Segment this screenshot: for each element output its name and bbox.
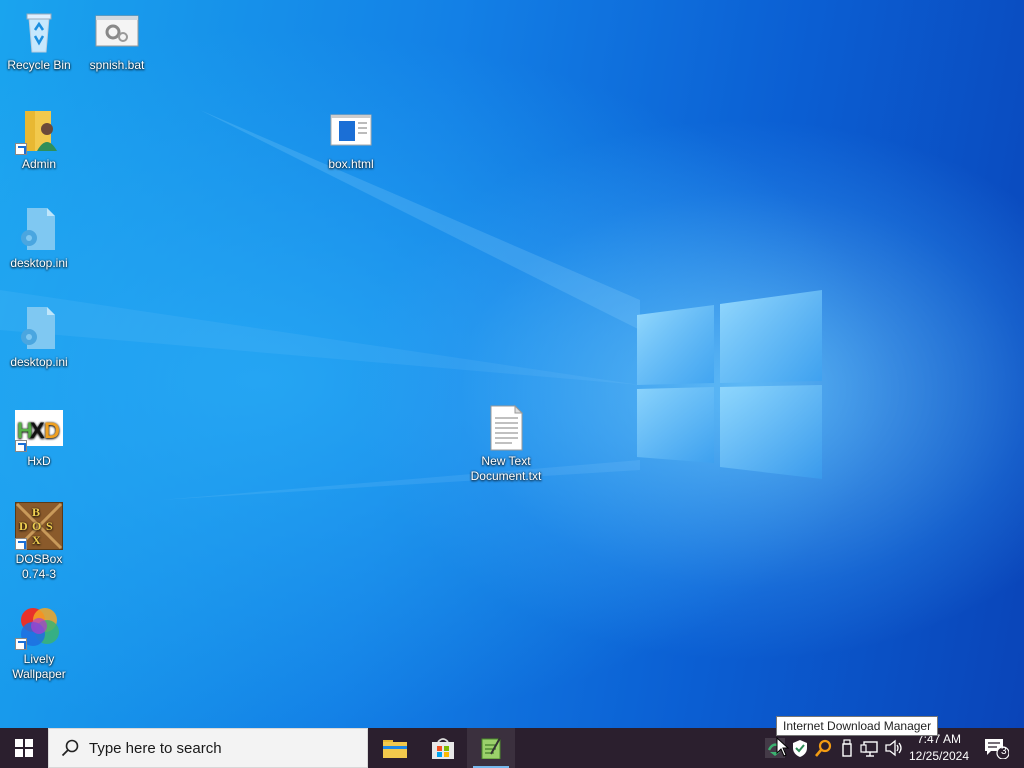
tooltip-internet-download-manager: Internet Download Manager [776, 716, 939, 736]
desktop[interactable]: Recycle Bin spnish.bat Admin box.html de… [0, 0, 1024, 728]
desktop-icon-hxd[interactable]: HXD HxD [1, 404, 77, 469]
file-explorer-icon [383, 740, 407, 758]
tray-windows-security[interactable] [790, 738, 810, 758]
action-center-button[interactable]: 3 [976, 728, 1016, 768]
desktop-icon-box-html[interactable]: box.html [313, 107, 389, 172]
shortcut-arrow-icon [15, 440, 27, 452]
text-file-icon [482, 404, 530, 452]
svg-text:D: D [44, 418, 60, 443]
tray-volume[interactable] [884, 738, 904, 758]
svg-text:O: O [32, 519, 41, 533]
recycle-bin-icon [15, 8, 63, 56]
svg-text:B: B [32, 505, 40, 519]
taskbar-microsoft-store[interactable] [419, 728, 467, 768]
desktop-icon-label: New Text Document.txt [470, 454, 542, 483]
taskbar-file-explorer[interactable] [371, 728, 419, 768]
desktop-icon-admin[interactable]: Admin [1, 107, 77, 172]
html-file-icon [327, 107, 375, 155]
desktop-icon-dosbox[interactable]: BDOSX DOSBox 0.74-3 [1, 501, 77, 582]
mouse-cursor-icon [776, 737, 790, 757]
taskbar-notepad-plus-plus[interactable] [467, 728, 515, 768]
desktop-icon-label: DOSBox 0.74-3 [15, 552, 63, 581]
desktop-icon-new-text-document[interactable]: New Text Document.txt [468, 404, 544, 484]
magnifier-icon [815, 739, 832, 757]
start-button[interactable] [0, 728, 48, 768]
desktop-icon-label: Recycle Bin [7, 58, 71, 72]
taskbar-clock[interactable]: 7:47 AM 12/25/2024 [906, 731, 972, 765]
network-icon [860, 741, 878, 757]
hxd-app-icon: HXD [15, 404, 63, 452]
search-icon [61, 739, 79, 757]
desktop-icon-label: desktop.ini [10, 256, 68, 270]
microsoft-store-icon [432, 738, 454, 759]
svg-text:X: X [30, 418, 45, 443]
settings-file-icon [15, 305, 63, 353]
lively-wallpaper-icon [15, 602, 63, 650]
wallpaper-beams [0, 110, 640, 500]
desktop-icon-desktop-ini-1[interactable]: desktop.ini [1, 206, 77, 271]
dosbox-app-icon: BDOSX [14, 501, 64, 551]
shield-icon [793, 740, 807, 757]
notification-count-badge: 3 [1001, 746, 1007, 757]
desktop-icon-label: box.html [328, 157, 374, 171]
clock-date: 12/25/2024 [908, 749, 970, 763]
desktop-icon-spnish-bat[interactable]: spnish.bat [79, 8, 155, 73]
windows-start-icon [15, 739, 33, 757]
tray-safely-remove-hardware[interactable] [837, 738, 857, 758]
svg-text:S: S [46, 519, 53, 533]
search-placeholder: Type here to search [89, 739, 222, 757]
desktop-icon-label: Admin [21, 157, 56, 171]
tray-network[interactable] [860, 738, 880, 758]
settings-file-icon [15, 206, 63, 254]
desktop-icon-label: spnish.bat [89, 58, 145, 72]
windows-logo-wallpaper [637, 290, 822, 479]
usb-device-icon [842, 739, 852, 757]
desktop-icon-label: HxD [27, 454, 51, 468]
speaker-icon [885, 739, 902, 757]
desktop-icon-label: desktop.ini [10, 355, 68, 369]
taskbar-search-box[interactable]: Type here to search [48, 728, 368, 768]
svg-text:D: D [19, 519, 28, 533]
desktop-icon-lively-wallpaper[interactable]: Lively Wallpaper [1, 602, 77, 682]
desktop-icon-label: Lively Wallpaper [12, 652, 66, 681]
user-folder-icon [15, 107, 63, 155]
shortcut-arrow-icon [15, 143, 27, 155]
notepad-plus-plus-icon [481, 737, 501, 759]
svg-text:X: X [32, 533, 41, 547]
shortcut-arrow-icon [15, 538, 27, 550]
tray-search-app[interactable] [813, 738, 833, 758]
shortcut-arrow-icon [15, 638, 27, 650]
batch-file-icon [93, 8, 141, 56]
desktop-icon-desktop-ini-2[interactable]: desktop.ini [1, 305, 77, 370]
desktop-icon-recycle-bin[interactable]: Recycle Bin [1, 8, 77, 73]
